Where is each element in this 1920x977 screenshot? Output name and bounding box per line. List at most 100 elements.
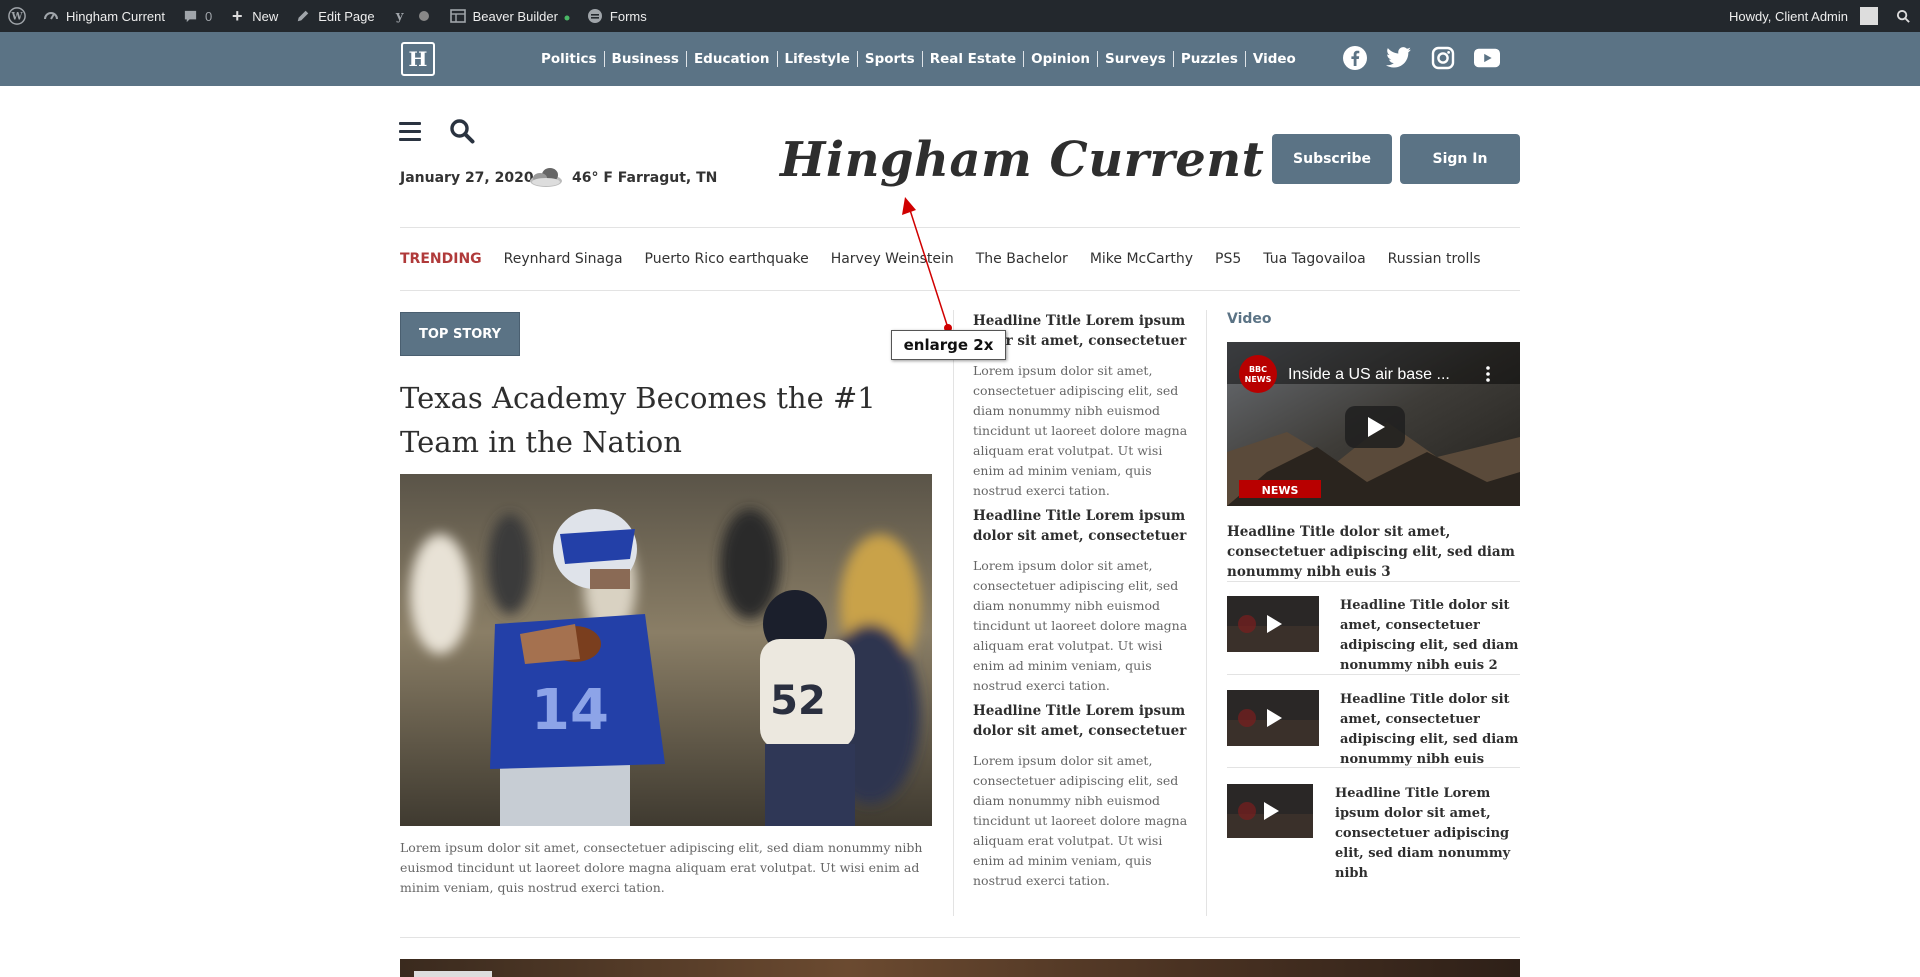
sign-in-button[interactable]: Sign In <box>1400 134 1520 184</box>
headline-card[interactable]: Headline Title Lorem ipsum dolor sit ame… <box>973 506 1188 696</box>
yoast-icon: y <box>395 8 404 24</box>
beaver-builder-label: Beaver Builder <box>472 8 558 24</box>
headline-card[interactable]: Headline Title Lorem ipsum dolor sit ame… <box>973 701 1188 891</box>
nav-surveys[interactable]: Surveys <box>1098 51 1173 67</box>
video-section-label: Video <box>1227 311 1272 327</box>
comments-button[interactable]: 0 <box>173 0 220 32</box>
jersey-number: 14 <box>531 678 609 743</box>
trending-bar: TRENDING Reynhard Sinaga Puerto Rico ear… <box>400 251 1481 267</box>
top-story-badge[interactable]: TOP STORY <box>400 312 520 356</box>
new-label: New <box>252 8 279 24</box>
headline-title[interactable]: Headline Title Lorem ipsum dolor sit ame… <box>973 506 1188 546</box>
banner-logo <box>414 971 492 977</box>
beaver-builder-button[interactable]: Beaver Builder <box>441 0 578 32</box>
video-headline[interactable]: Headline Title Lorem ipsum dolor sit ame… <box>1335 784 1517 884</box>
menu-icon[interactable] <box>399 122 421 142</box>
video-thumbnail[interactable] <box>1227 596 1319 652</box>
facebook-icon[interactable] <box>1342 44 1368 72</box>
headline-excerpt: Lorem ipsum dolor sit amet, consectetuer… <box>973 753 1188 888</box>
nav-puzzles[interactable]: Puzzles <box>1174 51 1245 67</box>
logo-letter: H <box>408 47 428 71</box>
forms-label: Forms <box>609 8 647 24</box>
twitter-icon[interactable] <box>1386 44 1412 72</box>
site-logo[interactable]: H <box>401 42 435 76</box>
video-divider <box>1227 767 1520 768</box>
forms-button[interactable]: Forms <box>578 0 655 32</box>
nav-education[interactable]: Education <box>687 51 777 67</box>
nav-real-estate[interactable]: Real Estate <box>923 51 1023 67</box>
column-divider <box>953 310 954 916</box>
wp-logo-button[interactable]: W <box>0 0 34 32</box>
nav-politics[interactable]: Politics <box>534 51 604 67</box>
weather-readout: 46° F Farragut, TN <box>572 170 718 186</box>
youtube-icon[interactable] <box>1474 44 1500 72</box>
svg-text:W: W <box>10 12 23 23</box>
nav-separator <box>856 51 858 67</box>
trending-item[interactable]: The Bachelor <box>976 251 1068 267</box>
trending-item[interactable]: Harvey Weinstein <box>831 251 954 267</box>
video-player[interactable]: BBC NEWS Inside a US air base ... NEWS <box>1227 342 1520 506</box>
account-button[interactable]: Howdy, Client Admin <box>1721 0 1886 32</box>
video-thumbnail[interactable] <box>1227 690 1319 746</box>
trending-item[interactable]: Tua Tagovailoa <box>1263 251 1365 267</box>
active-dot-icon <box>564 9 570 24</box>
headline-title[interactable]: Headline Title Lorem ipsum dolor sit ame… <box>973 701 1188 741</box>
new-content-button[interactable]: + New <box>220 0 286 32</box>
nav-separator <box>776 51 778 67</box>
search-icon[interactable] <box>449 118 475 144</box>
video-divider <box>1227 581 1520 582</box>
edit-page-button[interactable]: Edit Page <box>286 0 382 32</box>
instagram-icon[interactable] <box>1430 44 1456 72</box>
top-story-caption: Lorem ipsum dolor sit amet, consectetuer… <box>400 840 923 895</box>
nav-video[interactable]: Video <box>1246 51 1303 67</box>
top-story-image[interactable]: 52 14 <box>400 474 932 826</box>
video-divider <box>1227 674 1520 675</box>
plus-icon: + <box>231 5 243 26</box>
video-headline[interactable]: Headline Title dolor sit amet, consectet… <box>1227 522 1522 582</box>
content-divider <box>400 937 1520 938</box>
video-thumbnail[interactable] <box>1227 784 1313 838</box>
top-story-title[interactable]: Texas Academy Becomes the #1 Team in the… <box>400 376 920 464</box>
wp-admin-bar: W Hingham Current 0 + New Edit Page y Be… <box>0 0 1920 32</box>
cloud-icon <box>524 164 566 190</box>
bbc-news-text: NEWS <box>1245 375 1272 384</box>
pencil-icon <box>294 7 312 25</box>
forms-icon <box>586 7 604 25</box>
video-headline[interactable]: Headline Title dolor sit amet, consectet… <box>1340 690 1522 770</box>
admin-search-button[interactable] <box>1886 0 1920 32</box>
header-divider <box>400 227 1520 228</box>
nav-opinion[interactable]: Opinion <box>1024 51 1097 67</box>
nav-sports[interactable]: Sports <box>858 51 922 67</box>
masthead-logo[interactable]: Hingham Current <box>780 132 1264 188</box>
trending-item[interactable]: Reynhard Sinaga <box>504 251 623 267</box>
dashboard-icon <box>42 7 60 25</box>
trending-label: TRENDING <box>400 251 482 267</box>
headline-excerpt: Lorem ipsum dolor sit amet, consectetuer… <box>973 558 1188 693</box>
layout-icon <box>449 7 467 25</box>
nav-separator <box>603 51 605 67</box>
status-dot-icon <box>415 7 433 25</box>
bottom-banner <box>400 959 1520 977</box>
nav-business[interactable]: Business <box>605 51 686 67</box>
nav-lifestyle[interactable]: Lifestyle <box>778 51 857 67</box>
video-headline[interactable]: Headline Title dolor sit amet, consectet… <box>1340 596 1522 676</box>
avatar <box>1860 7 1878 25</box>
trending-item[interactable]: Mike McCarthy <box>1090 251 1193 267</box>
trending-item[interactable]: Puerto Rico earthquake <box>645 251 809 267</box>
headline-excerpt: Lorem ipsum dolor sit amet, consectetuer… <box>973 363 1188 498</box>
subscribe-button[interactable]: Subscribe <box>1272 134 1392 184</box>
wordpress-icon: W <box>8 7 26 25</box>
nav-separator <box>685 51 687 67</box>
trending-item[interactable]: PS5 <box>1215 251 1241 267</box>
admin-bar-right: Howdy, Client Admin <box>1721 0 1920 32</box>
site-name-button[interactable]: Hingham Current <box>34 0 173 32</box>
nav-separator <box>1023 51 1025 67</box>
comments-count: 0 <box>205 8 213 24</box>
comment-icon <box>181 7 199 25</box>
howdy-label: Howdy, Client Admin <box>1729 8 1848 24</box>
top-nav-bar: H Politics Business Education Lifestyle … <box>0 32 1920 86</box>
trending-item[interactable]: Russian trolls <box>1388 251 1481 267</box>
trending-divider <box>400 290 1520 291</box>
yoast-button[interactable]: y <box>383 0 441 32</box>
nav-separator <box>921 51 923 67</box>
